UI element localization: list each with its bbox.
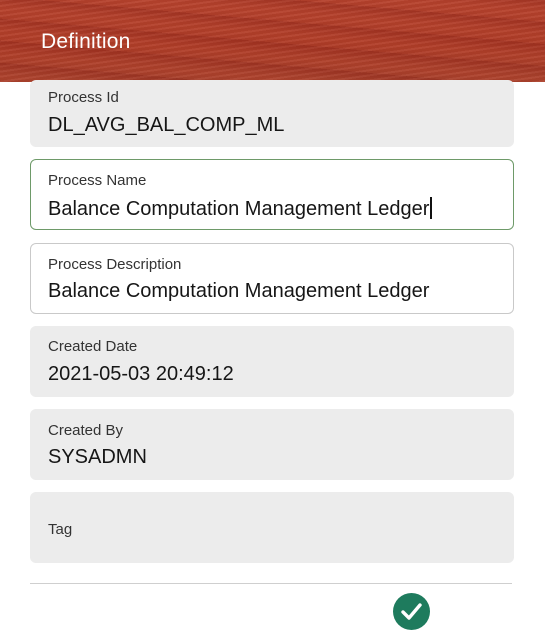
page-title: Definition — [41, 30, 131, 53]
process-id-field: Process Id DL_AVG_BAL_COMP_ML — [30, 80, 514, 147]
created-by-label: Created By — [48, 422, 124, 439]
process-name-field[interactable]: Process Name Balance Computation Managem… — [30, 159, 514, 230]
tag-field: Tag — [30, 492, 514, 563]
process-description-input[interactable]: Balance Computation Management Ledger — [48, 280, 429, 303]
created-by-value: SYSADMN — [48, 446, 147, 468]
definition-header: Definition — [0, 0, 545, 82]
tag-label: Tag — [48, 521, 73, 538]
process-id-value: DL_AVG_BAL_COMP_ML — [48, 114, 285, 136]
footer-divider — [30, 583, 512, 584]
created-date-value: 2021-05-03 20:49:12 — [48, 363, 234, 385]
created-date-field: Created Date 2021-05-03 20:49:12 — [30, 326, 514, 397]
created-date-label: Created Date — [48, 338, 138, 355]
process-id-label: Process Id — [48, 89, 119, 106]
text-caret — [430, 197, 432, 219]
process-name-input[interactable]: Balance Computation Management Ledger — [48, 197, 432, 221]
process-description-field[interactable]: Process Description Balance Computation … — [30, 243, 514, 314]
process-name-label: Process Name — [48, 172, 147, 189]
process-description-label: Process Description — [48, 256, 182, 273]
process-name-value: Balance Computation Management Ledger — [48, 198, 430, 220]
checkmark-icon — [401, 603, 422, 620]
confirm-button[interactable] — [393, 593, 430, 630]
created-by-field: Created By SYSADMN — [30, 409, 514, 480]
